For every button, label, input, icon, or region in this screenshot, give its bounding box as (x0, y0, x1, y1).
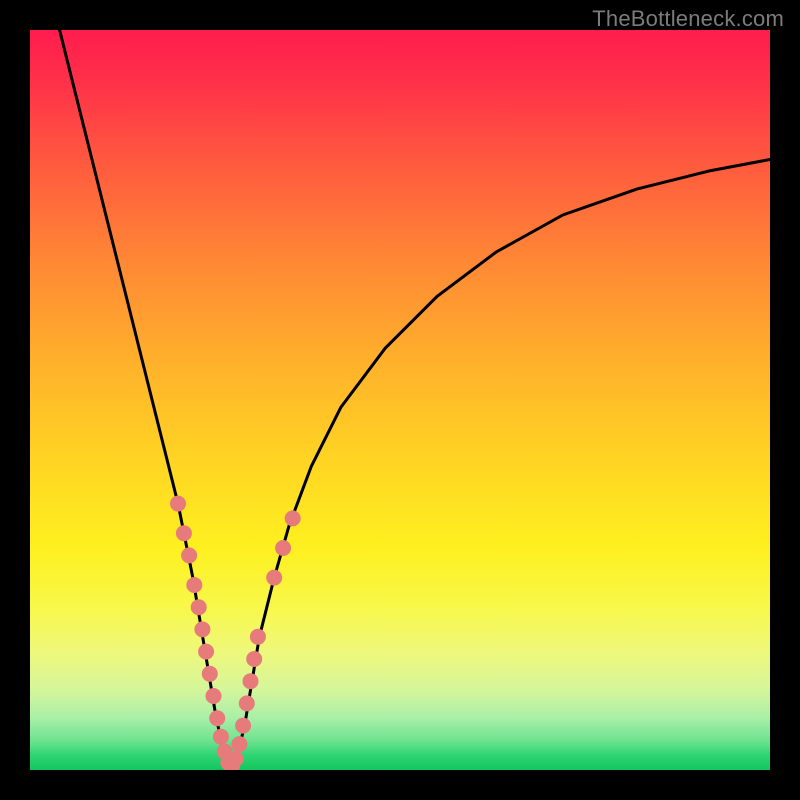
scatter-dot (206, 688, 222, 704)
scatter-dot (198, 644, 214, 660)
scatter-dot (186, 577, 202, 593)
chart-frame: TheBottleneck.com (0, 0, 800, 800)
scatter-dot (266, 570, 282, 586)
scatter-dot (209, 710, 225, 726)
scatter-dot (246, 651, 262, 667)
scatter-dot (170, 496, 186, 512)
bottleneck-curve (60, 30, 770, 770)
scatter-dot (228, 751, 244, 767)
scatter-dot (243, 673, 259, 689)
scatter-dot (194, 621, 210, 637)
scatter-dot (239, 695, 255, 711)
scatter-dots (170, 496, 301, 770)
watermark-text: TheBottleneck.com (592, 6, 784, 32)
scatter-dot (231, 736, 247, 752)
scatter-dot (202, 666, 218, 682)
scatter-dot (275, 540, 291, 556)
scatter-dot (285, 510, 301, 526)
scatter-dot (181, 547, 197, 563)
scatter-dot (250, 629, 266, 645)
scatter-dot (191, 599, 207, 615)
chart-svg (30, 30, 770, 770)
scatter-dot (235, 718, 251, 734)
scatter-dot (176, 525, 192, 541)
plot-area (30, 30, 770, 770)
scatter-dot (213, 729, 229, 745)
